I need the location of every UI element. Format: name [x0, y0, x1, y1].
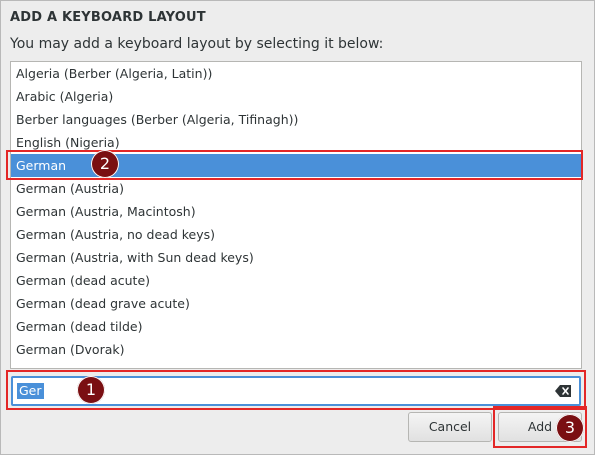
annotation-badge-3: 3 — [556, 414, 584, 442]
list-item[interactable]: German (Dvorak) — [11, 338, 581, 361]
list-item[interactable]: German (Austria, with Sun dead keys) — [11, 246, 581, 269]
list-item[interactable]: German (dead tilde) — [11, 315, 581, 338]
layout-list[interactable]: Algeria (Berber (Algeria, Latin)) Arabic… — [10, 61, 582, 369]
list-item[interactable]: Algeria (Berber (Algeria, Latin)) — [11, 62, 581, 85]
cancel-button[interactable]: Cancel — [408, 412, 492, 442]
annotation-badge-1: 1 — [77, 376, 105, 404]
annotation-badge-2: 2 — [91, 150, 119, 178]
list-item[interactable]: German (dead acute) — [11, 269, 581, 292]
dialog-subtitle: You may add a keyboard layout by selecti… — [10, 36, 384, 52]
list-item[interactable]: Berber languages (Berber (Algeria, Tifin… — [11, 108, 581, 131]
list-item[interactable]: German (Austria) — [11, 177, 581, 200]
list-item[interactable]: German (Austria, no dead keys) — [11, 223, 581, 246]
list-item[interactable]: German (dead grave acute) — [11, 292, 581, 315]
list-item[interactable]: Arabic (Algeria) — [11, 85, 581, 108]
dialog-title: ADD A KEYBOARD LAYOUT — [10, 10, 206, 25]
list-item[interactable]: German (Austria, Macintosh) — [11, 200, 581, 223]
